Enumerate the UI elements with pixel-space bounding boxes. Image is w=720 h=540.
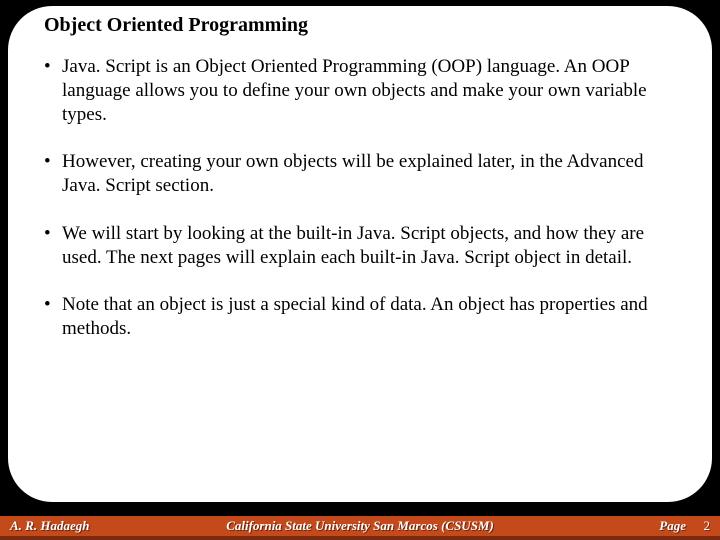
bullet-item: We will start by looking at the built-in… (42, 222, 684, 270)
footer-page-number: 2 (704, 518, 711, 534)
footer-institution: California State University San Marcos (… (0, 518, 720, 534)
slide-card: Object Oriented Programming Java. Script… (8, 6, 712, 502)
footer-bar: A. R. Hadaegh California State Universit… (0, 516, 720, 540)
slide-footer: A. R. Hadaegh California State Universit… (0, 510, 720, 540)
slide-title: Object Oriented Programming (42, 14, 684, 37)
bullet-item: Java. Script is an Object Oriented Progr… (42, 55, 684, 126)
bullet-list: Java. Script is an Object Oriented Progr… (42, 55, 684, 341)
bullet-item: However, creating your own objects will … (42, 150, 684, 198)
bullet-item: Note that an object is just a special ki… (42, 293, 684, 341)
footer-page-label: Page (659, 518, 686, 534)
